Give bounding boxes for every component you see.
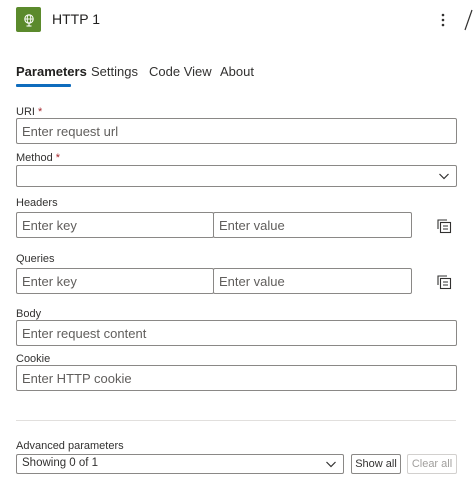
chevron-down-icon: [326, 461, 336, 468]
headers-key-input[interactable]: [16, 212, 214, 238]
tab-settings[interactable]: Settings: [91, 64, 138, 80]
queries-value-input[interactable]: [213, 268, 412, 294]
advanced-parameters-dropdown[interactable]: Showing 0 of 1: [16, 454, 344, 474]
headers-label: Headers: [16, 197, 58, 209]
tab-code-view[interactable]: Code View: [149, 64, 212, 80]
advanced-parameters-label: Advanced parameters: [16, 440, 124, 452]
tab-parameters[interactable]: Parameters: [16, 64, 87, 80]
collapse-panel-icon[interactable]: [463, 8, 474, 32]
chevron-down-icon: [439, 173, 449, 180]
active-tab-indicator: [16, 84, 71, 87]
body-label: Body: [16, 308, 42, 320]
globe-icon: [16, 7, 41, 32]
http-action-panel: HTTP 1 Parameters Settings Code View Abo…: [0, 0, 474, 488]
panel-title: HTTP 1: [52, 11, 100, 27]
headers-value-input[interactable]: [213, 212, 412, 238]
cookie-input[interactable]: [16, 365, 457, 391]
tab-about[interactable]: About: [220, 64, 254, 80]
queries-label: Queries: [16, 253, 55, 265]
clear-all-button[interactable]: Clear all: [407, 454, 457, 474]
switch-to-text-mode-icon[interactable]: [436, 274, 452, 290]
advanced-parameters-value: Showing 0 of 1: [22, 457, 99, 469]
switch-to-text-mode-icon[interactable]: [436, 218, 452, 234]
more-options-button[interactable]: [436, 9, 450, 31]
show-all-button[interactable]: Show all: [351, 454, 401, 474]
uri-input[interactable]: [16, 118, 457, 144]
method-label: Method *: [16, 152, 61, 164]
uri-label: URI *: [16, 106, 43, 118]
cookie-label: Cookie: [16, 353, 51, 365]
body-input[interactable]: [16, 320, 457, 346]
method-dropdown[interactable]: [16, 165, 457, 187]
section-divider: [16, 420, 456, 421]
queries-key-input[interactable]: [16, 268, 214, 294]
more-vertical-icon: [441, 13, 445, 27]
